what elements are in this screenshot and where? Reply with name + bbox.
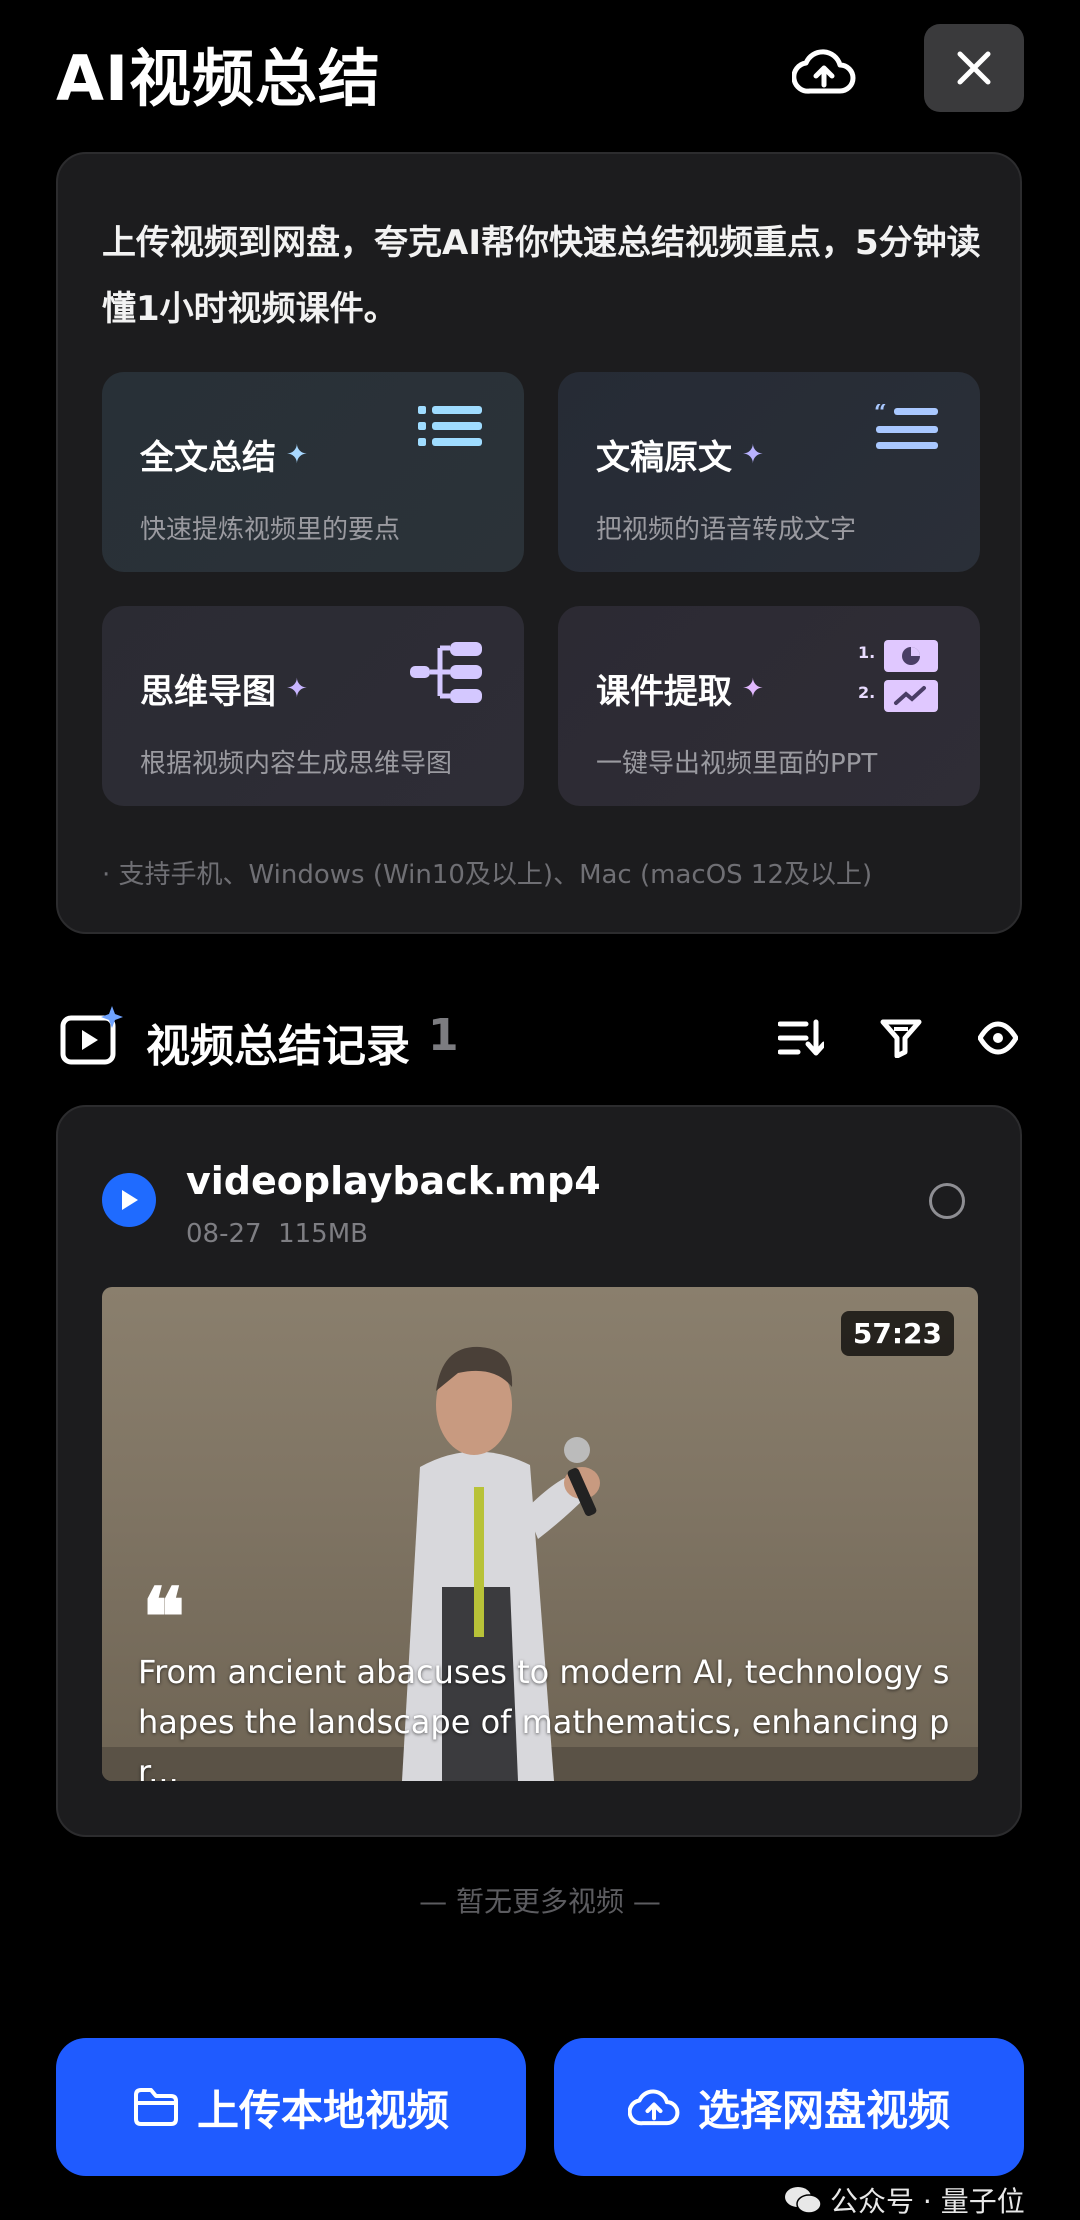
play-icon bbox=[122, 1190, 138, 1210]
folder-icon bbox=[133, 2088, 178, 2126]
video-duration: 57:23 bbox=[840, 1311, 954, 1356]
video-filename: videoplayback.mp4 bbox=[186, 1159, 601, 1203]
quote-list-icon: “ bbox=[874, 404, 938, 449]
close-icon bbox=[957, 51, 991, 85]
feature-desc: 根据视频内容生成思维导图 bbox=[140, 749, 453, 779]
sparkle-icon: ✦ bbox=[286, 439, 308, 470]
sparkle-icon: ✦ bbox=[742, 673, 764, 704]
records-title: 视频总结记录 bbox=[146, 1021, 410, 1072]
cloud-upload-icon bbox=[792, 49, 856, 94]
video-summary-quote: From ancient abacuses to modern AI, tech… bbox=[138, 1653, 950, 1781]
mindmap-icon bbox=[410, 642, 482, 703]
feature-desc: 快速提炼视频里的要点 bbox=[140, 515, 401, 545]
filter-icon[interactable] bbox=[880, 1018, 922, 1058]
close-button[interactable] bbox=[924, 24, 1024, 112]
support-note: · 支持手机、Windows (Win10及以上)、Mac (macOS 12及… bbox=[102, 860, 873, 890]
video-thumbnail[interactable]: 57:23 ❝ From ancient abacuses to modern … bbox=[102, 1287, 978, 1781]
feature-title: 课件提取 bbox=[596, 672, 732, 712]
feature-slides[interactable]: 课件提取 ✦ 一键导出视频里面的PPT 1. 2. bbox=[558, 606, 980, 806]
feature-desc: 把视频的语音转成文字 bbox=[596, 515, 857, 545]
slide-number-2: 2. bbox=[858, 683, 875, 702]
quote-icon: ❝ bbox=[142, 1570, 186, 1664]
upload-local-label: 上传本地视频 bbox=[196, 2085, 449, 2135]
eye-icon[interactable] bbox=[978, 1018, 1018, 1058]
feature-title: 文稿原文 bbox=[596, 438, 732, 478]
upload-local-video-button[interactable]: 上传本地视频 bbox=[56, 2038, 526, 2176]
select-cloud-video-button[interactable]: 选择网盘视频 bbox=[554, 2038, 1024, 2176]
video-record-card[interactable]: videoplayback.mp4 08-27 115MB 57:23 ❝ Fr… bbox=[56, 1105, 1022, 1837]
select-radio[interactable] bbox=[929, 1183, 965, 1219]
feature-mindmap[interactable]: 思维导图 ✦ 根据视频内容生成思维导图 bbox=[102, 606, 524, 806]
page-title: AI视频总结 bbox=[56, 42, 382, 115]
cloud-upload-button[interactable] bbox=[785, 32, 863, 110]
records-header: 视频总结记录 1 bbox=[56, 1000, 1022, 1076]
slides-icon: 1. 2. bbox=[858, 640, 938, 712]
list-icon bbox=[418, 406, 482, 446]
sort-icon[interactable] bbox=[778, 1018, 824, 1058]
wechat-icon bbox=[785, 2187, 822, 2214]
intro-card: 上传视频到网盘，夸克AI帮你快速总结视频重点，5分钟读懂1小时视频课件。 全文总… bbox=[56, 152, 1022, 934]
no-more-videos: — 暂无更多视频 — bbox=[419, 1885, 661, 1918]
records-count: 1 bbox=[428, 1010, 459, 1061]
sparkle-icon: ✦ bbox=[742, 439, 764, 470]
cloud-upload-icon bbox=[627, 2089, 680, 2126]
select-cloud-label: 选择网盘视频 bbox=[697, 2085, 950, 2135]
watermark: 公众号 · 量子位 bbox=[784, 2180, 1025, 2220]
svg-text:“: “ bbox=[874, 404, 887, 426]
feature-title: 思维导图 bbox=[140, 672, 276, 712]
feature-title: 全文总结 bbox=[140, 438, 276, 478]
feature-desc: 一键导出视频里面的PPT bbox=[596, 749, 878, 779]
slide-number-1: 1. bbox=[858, 643, 875, 662]
watermark-text: 公众号 · 量子位 bbox=[830, 2185, 1025, 2218]
video-meta: 08-27 115MB bbox=[186, 1219, 368, 1249]
feature-transcript[interactable]: 文稿原文 ✦ 把视频的语音转成文字 “ bbox=[558, 372, 980, 572]
play-button[interactable] bbox=[102, 1173, 156, 1227]
sparkle-icon: ✦ bbox=[286, 673, 308, 704]
video-sparkle-icon bbox=[60, 1006, 123, 1065]
feature-full-summary[interactable]: 全文总结 ✦ 快速提炼视频里的要点 bbox=[102, 372, 524, 572]
intro-text: 上传视频到网盘，夸克AI帮你快速总结视频重点，5分钟读懂1小时视频课件。 bbox=[102, 223, 981, 329]
